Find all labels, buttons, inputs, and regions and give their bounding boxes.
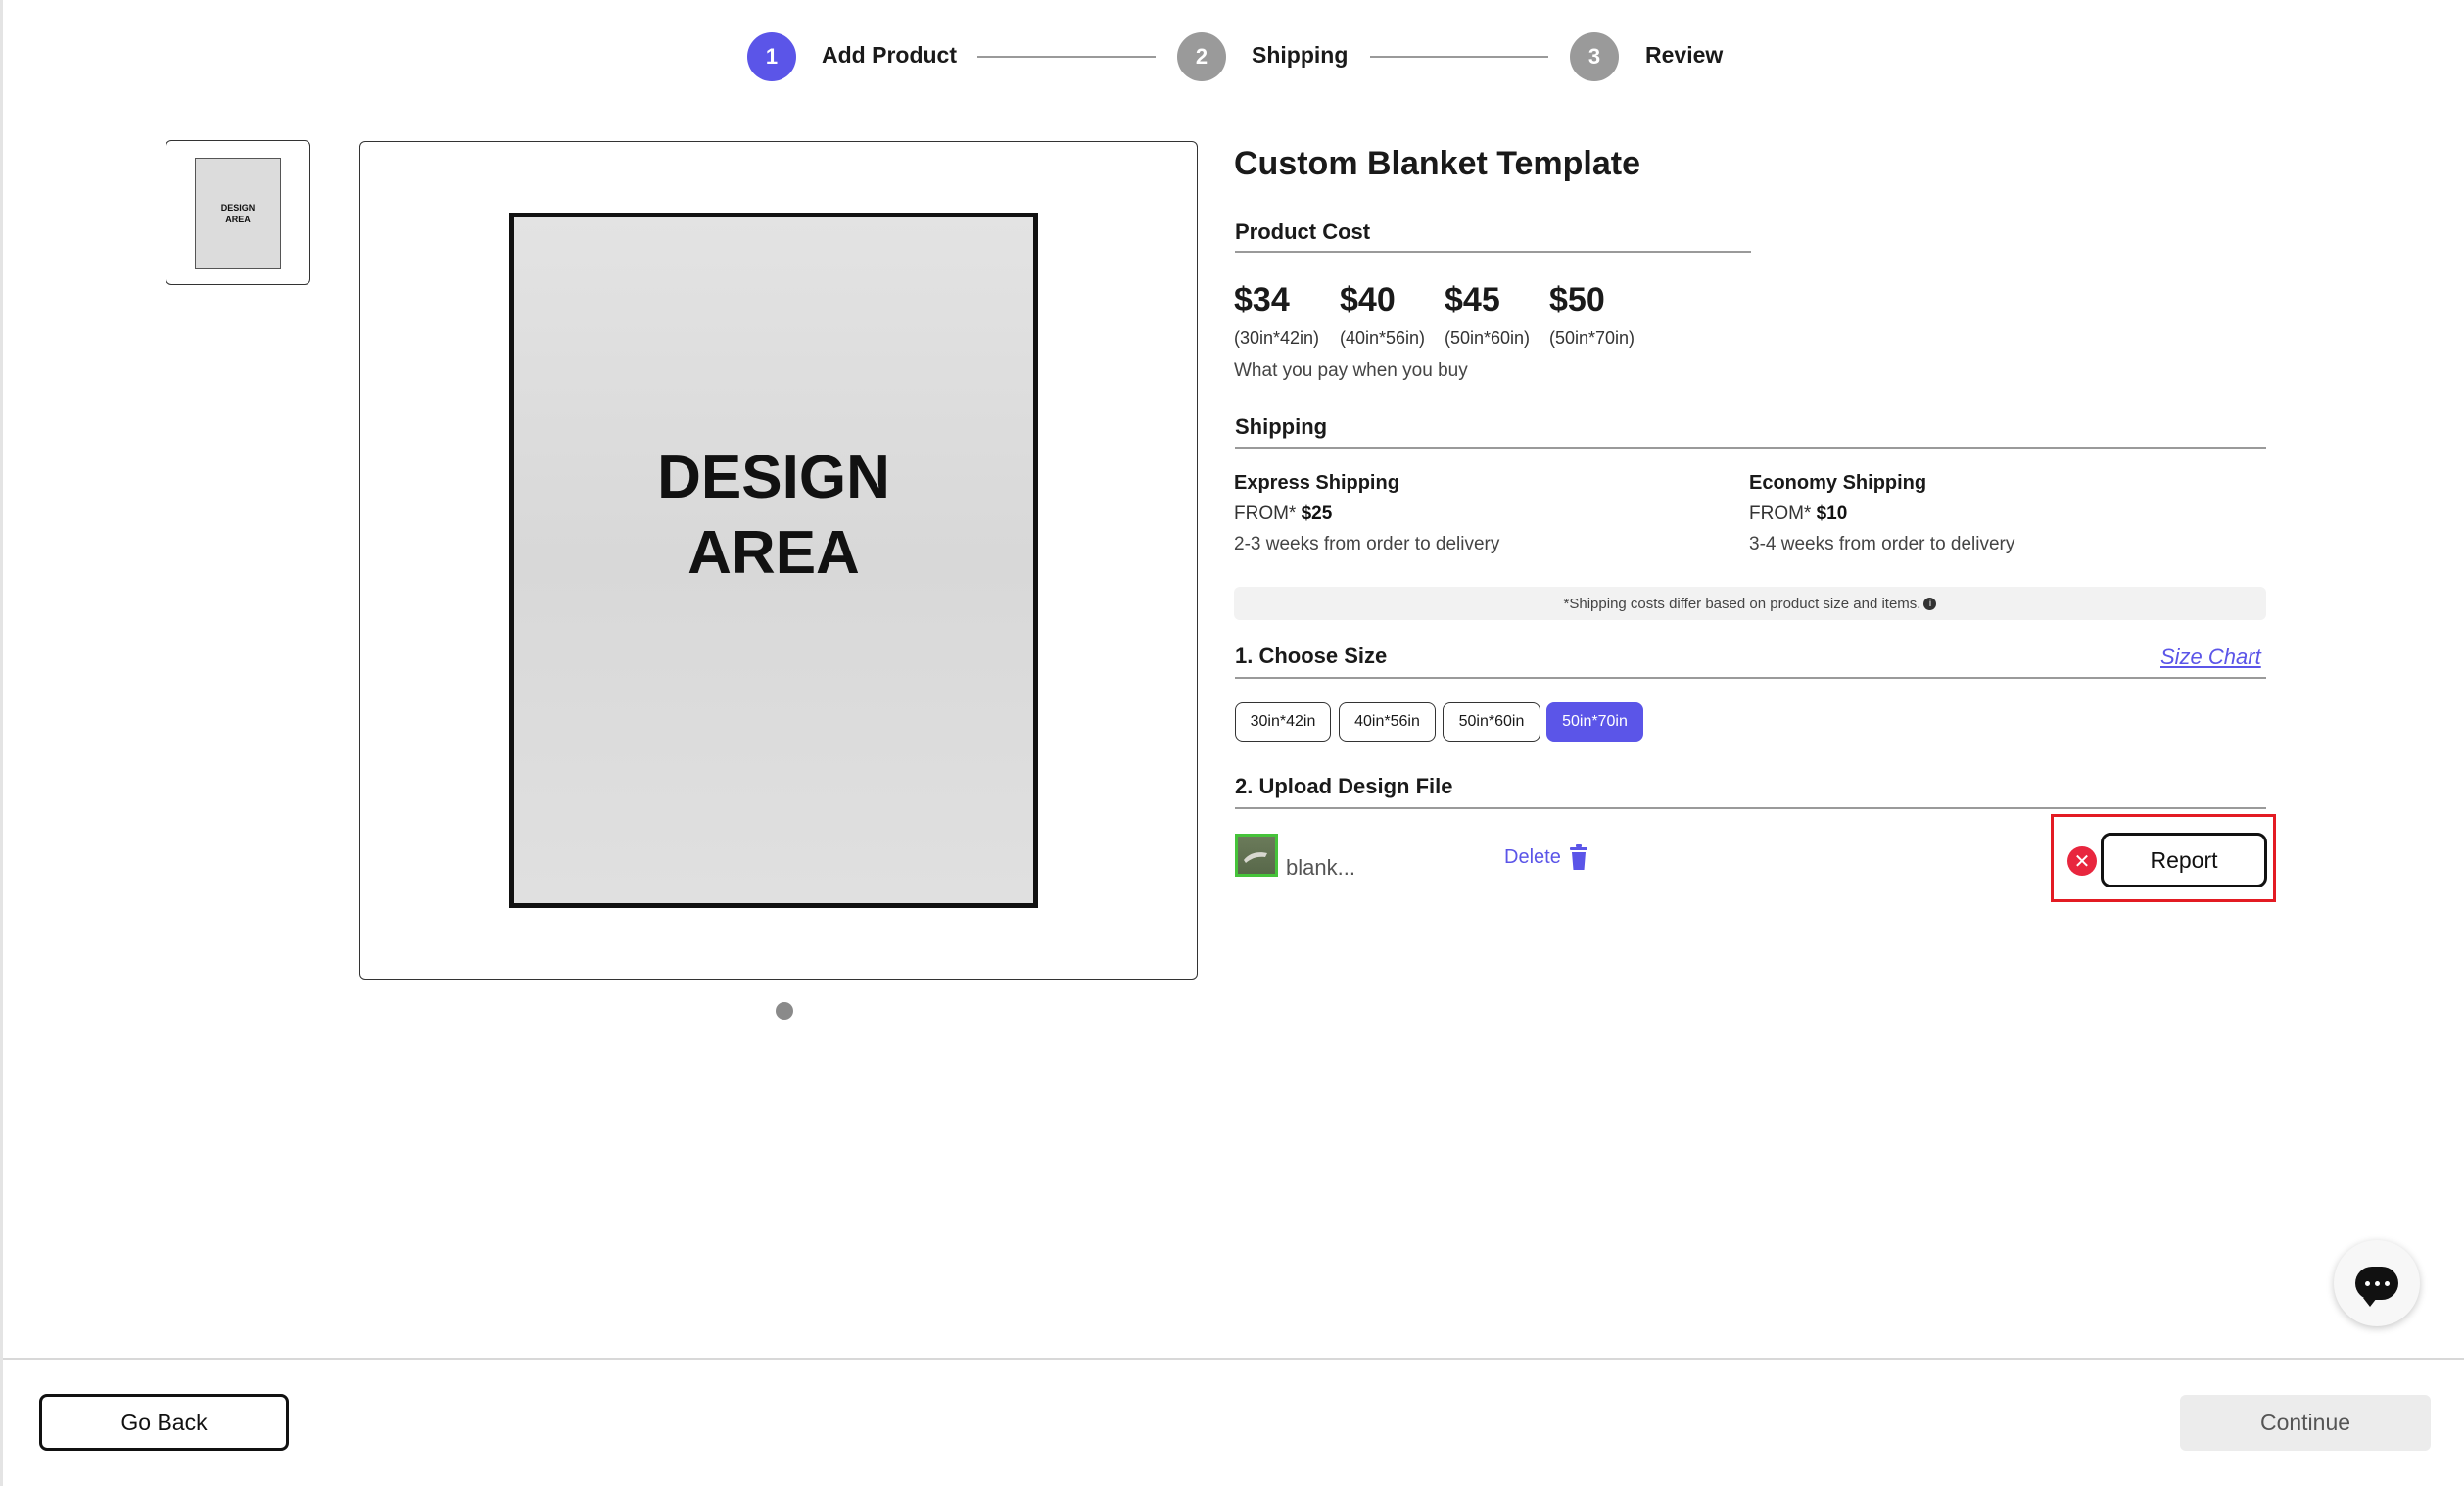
product-preview: DESIGN AREA — [359, 141, 1198, 980]
step-connector-2 — [1370, 56, 1548, 58]
chat-widget-button[interactable] — [2334, 1240, 2420, 1326]
chat-icon — [2355, 1267, 2398, 1307]
size-option-30x42[interactable]: 30in*42in — [1235, 702, 1331, 742]
step-3-indicator: 3 — [1570, 32, 1619, 81]
size-option-50x60[interactable]: 50in*60in — [1443, 702, 1540, 742]
step-3-label: Review — [1645, 42, 1724, 68]
upload-divider — [1235, 807, 2266, 809]
step-2-label: Shipping — [1252, 42, 1349, 68]
pay-note: What you pay when you buy — [1234, 360, 1468, 381]
price-option-4: $50 (50in*70in) — [1549, 281, 1635, 348]
uploaded-file-thumbnail — [1235, 834, 1278, 877]
carousel-dot-1[interactable] — [776, 1002, 793, 1020]
continue-button[interactable]: Continue — [2180, 1395, 2431, 1451]
price-option-1: $34 (30in*42in) — [1234, 281, 1320, 348]
express-shipping: Express Shipping FROM* $25 2-3 weeks fro… — [1234, 472, 1500, 554]
choose-size-heading: 1. Choose Size — [1235, 644, 1388, 668]
price-option-2: $40 (40in*56in) — [1340, 281, 1426, 348]
economy-shipping: Economy Shipping FROM* $10 3-4 weeks fro… — [1749, 472, 2015, 554]
step-1-label: Add Product — [822, 42, 957, 68]
size-option-40x56[interactable]: 40in*56in — [1339, 702, 1436, 742]
step-1-indicator: 1 — [747, 32, 796, 81]
left-edge-border — [0, 0, 3, 1486]
uploaded-file-name: blank... — [1286, 855, 1355, 880]
info-icon[interactable]: i — [1923, 597, 1937, 610]
upload-design-heading: 2. Upload Design File — [1235, 774, 1453, 798]
design-area-label: DESIGN AREA — [657, 444, 890, 587]
size-chart-link[interactable]: Size Chart — [2160, 645, 2261, 670]
error-icon: ✕ — [2067, 846, 2097, 876]
design-area-canvas: DESIGN AREA — [509, 213, 1038, 908]
price-option-3: $45 (50in*60in) — [1445, 281, 1531, 348]
size-option-50x70[interactable]: 50in*70in — [1546, 702, 1643, 742]
trash-icon — [1569, 844, 1587, 870]
product-title: Custom Blanket Template — [1234, 145, 1641, 182]
product-cost-heading: Product Cost — [1235, 219, 1371, 244]
product-thumbnail[interactable]: DESIGN AREA — [166, 140, 310, 285]
report-button[interactable]: Report — [2101, 833, 2267, 887]
product-cost-divider — [1235, 251, 1751, 253]
shipping-cost-note: *Shipping costs differ based on product … — [1234, 587, 2266, 620]
shipping-divider — [1235, 447, 2266, 449]
image-preview-icon — [1244, 852, 1267, 863]
step-connector-1 — [977, 56, 1156, 58]
shipping-heading: Shipping — [1235, 414, 1328, 439]
step-2-indicator: 2 — [1177, 32, 1226, 81]
footer-divider — [3, 1358, 2464, 1360]
choose-size-divider — [1235, 677, 2266, 679]
go-back-button[interactable]: Go Back — [39, 1394, 289, 1451]
thumbnail-design-area: DESIGN AREA — [195, 158, 281, 269]
delete-file-button[interactable]: Delete — [1504, 844, 1588, 870]
